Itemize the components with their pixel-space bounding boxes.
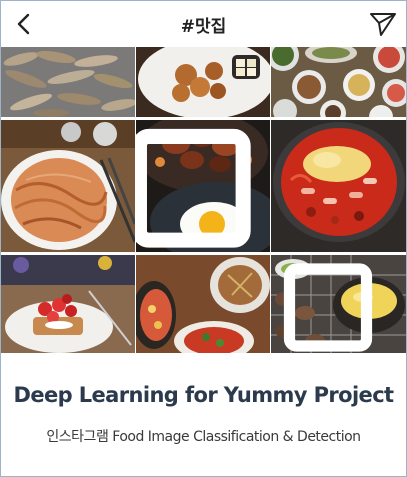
project-title: Deep Learning for Yummy Project [13, 383, 395, 407]
project-subtitle: 인스타그램 Food Image Classification & Detect… [46, 429, 361, 445]
photo-tile[interactable] [1, 255, 135, 353]
food-photo [271, 120, 406, 252]
send-button[interactable] [366, 7, 400, 41]
food-photo [1, 120, 135, 252]
photo-tile[interactable] [1, 120, 135, 252]
hashtag-title: #맛집 [180, 17, 227, 37]
multiple-photos-icon [136, 128, 251, 248]
photo-tile[interactable] [136, 47, 270, 117]
photo-tile[interactable] [271, 255, 406, 353]
project-caption: Deep Learning for Yummy Project 인스타그램 Fo… [1, 353, 406, 476]
food-photo [1, 47, 135, 117]
multiple-photos-icon [283, 263, 373, 352]
photo-tile[interactable] [1, 47, 135, 117]
photo-tile[interactable] [136, 120, 270, 252]
food-photo [136, 47, 270, 117]
app-frame: #맛집 Deep Learning for Yummy Project 인스타그… [0, 0, 407, 477]
chevron-left-icon [17, 13, 30, 35]
food-photo [1, 255, 135, 353]
food-photo [136, 255, 270, 353]
photo-grid [1, 47, 406, 353]
food-photo [271, 47, 406, 117]
photo-tile[interactable] [271, 120, 406, 252]
photo-tile[interactable] [136, 255, 270, 353]
paper-plane-icon [370, 13, 396, 36]
app-header: #맛집 [1, 1, 406, 47]
photo-tile[interactable] [271, 47, 406, 117]
back-button[interactable] [7, 7, 41, 41]
